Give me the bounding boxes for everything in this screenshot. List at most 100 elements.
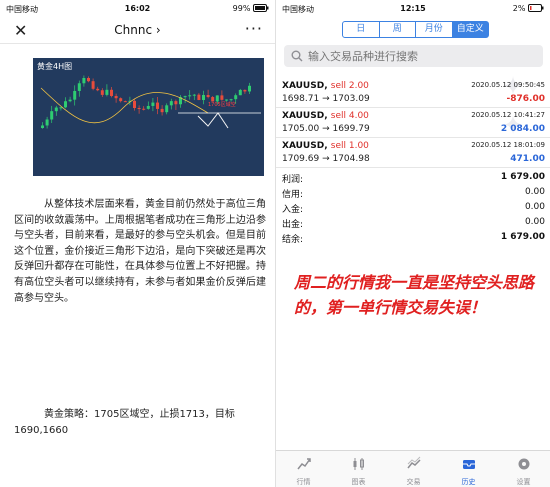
strategy-paragraph: 黄金策略：1705区域空，止损1713，目标1690,1660 (14, 409, 235, 436)
order-prices: 1709.69 → 1704.98 (282, 154, 370, 164)
candle-body (91, 81, 95, 89)
tab-settings[interactable]: 设置 (496, 451, 550, 487)
tab-label: 行情 (296, 478, 311, 486)
candle-body (151, 102, 155, 106)
nav-bar: ✕ Chnnc › ··· (0, 18, 275, 44)
battery-percent: 99% (232, 4, 251, 13)
order-datetime: 2020.05.12 18:01:09 (471, 141, 545, 149)
candle-body (165, 105, 169, 113)
segment-0[interactable]: 日 (343, 22, 380, 37)
summary-value: 0.00 (524, 202, 545, 212)
candle-body (54, 107, 58, 112)
candle-body (238, 89, 242, 96)
tab-history[interactable]: 历史 (441, 451, 496, 487)
candle-body (229, 99, 233, 101)
tab-chart[interactable]: 图表 (331, 451, 386, 487)
candle-body (156, 102, 159, 109)
candle-body (225, 99, 228, 101)
candle-body (82, 78, 86, 84)
chart-annotation: 1705区域空 (208, 101, 236, 108)
order-prices: 1698.71 → 1703.09 (282, 94, 370, 104)
candle-body (77, 83, 81, 91)
candle-body (119, 98, 123, 102)
candlestick-chart: 1705区域空 (40, 75, 261, 129)
mt4-history-panel: 中国移动 12:15 2% 日周月份自定义 ✦ ✦ XAUUSD, sell 2… (275, 0, 550, 487)
summary-row: 信用: 0.00 (276, 185, 550, 200)
segment-2[interactable]: 月份 (416, 22, 453, 37)
battery-percent: 2% (512, 4, 526, 13)
chart-icon (353, 458, 364, 470)
order-symbol: XAUUSD, sell 1.00 (282, 141, 369, 151)
candle-body (220, 95, 224, 100)
tab-label: 交易 (406, 478, 421, 486)
candle-body (142, 108, 146, 110)
period-segmented-control: 日周月份 自定义 (342, 21, 489, 38)
order-datetime: 2020.05.12 10:41:27 (471, 111, 545, 119)
candle-body (174, 101, 178, 105)
summary-row: 结余: 1 679.00 (276, 230, 550, 245)
tab-label: 设置 (516, 478, 531, 486)
candle-body (110, 89, 113, 96)
article-body: 从整体技术层面来看，黄金目前仍然处于高位三角区间的收敛震荡中。上周根据笔者成功在… (14, 197, 266, 306)
candle-body (68, 99, 72, 102)
summary-key: 信用: (282, 190, 304, 200)
order-symbol: XAUUSD, sell 2.00 (282, 81, 369, 91)
segment-1[interactable]: 周 (380, 22, 416, 37)
tab-label: 图表 (351, 478, 366, 486)
article-paragraph: 从整体技术层面来看，黄金目前仍然处于高位三角区间的收敛震荡中。上周根据笔者成功在… (14, 199, 266, 304)
order-row[interactable]: XAUUSD, sell 1.00 1709.69 → 1704.98 2020.0… (276, 138, 550, 168)
quotes-icon (296, 458, 311, 470)
summary-key: 入金: (282, 205, 304, 215)
summary-key: 出金: (282, 220, 304, 230)
symbol-search[interactable] (284, 45, 543, 67)
summary-key: 结余: (282, 235, 304, 245)
candle-body (137, 108, 141, 110)
candle-body (96, 88, 100, 91)
order-prices: 1705.00 → 1699.79 (282, 124, 370, 134)
search-icon (291, 50, 303, 62)
tab-trade[interactable]: 交易 (386, 451, 441, 487)
order-side: sell 2.00 (330, 81, 369, 91)
account-summary: 利润: 1 679.00 信用: 0.00 入金: 0.00 出金: 0.00 结余: 1 679… (276, 170, 550, 245)
candle-body (188, 95, 192, 97)
summary-row: 利润: 1 679.00 (276, 170, 550, 185)
candle-body (50, 111, 54, 120)
candle-body (160, 108, 164, 113)
segment-3[interactable]: 自定义 (452, 22, 488, 37)
projection-arrow (197, 112, 229, 129)
candle-body (206, 94, 210, 98)
candle-body (123, 101, 127, 103)
status-bar: 中国移动 12:15 2% (276, 0, 550, 18)
status-bar: 中国移动 16:02 99% (0, 0, 275, 18)
wechat-article-panel: 中国移动 16:02 99% ✕ Chnnc › ··· 1705区域空 黄金4… (0, 0, 275, 487)
summary-value: 0.00 (524, 187, 545, 197)
order-row[interactable]: XAUUSD, sell 2.00 1698.71 → 1703.09 2020.0… (276, 78, 550, 108)
candle-body (64, 101, 67, 108)
order-profit: 471.00 (510, 154, 545, 164)
order-profit: -876.00 (506, 94, 545, 104)
trade-icon (406, 456, 421, 469)
article-account-title[interactable]: Chnnc › (0, 23, 275, 37)
bottom-tab-bar: 行情 图表 交易 历史 设置 (276, 450, 550, 487)
candle-body (197, 94, 201, 101)
candle-body (183, 96, 187, 98)
more-icon[interactable]: ··· (245, 19, 263, 38)
candle-body (41, 125, 44, 128)
search-input[interactable] (308, 48, 533, 64)
candle-body (215, 95, 219, 102)
battery-indicator: 2% (513, 4, 544, 13)
candle-body (133, 100, 136, 109)
summary-key: 利润: (282, 175, 304, 185)
candle-body (114, 95, 118, 99)
candle-body (243, 89, 247, 92)
candle-body (211, 97, 215, 102)
order-side: sell 4.00 (330, 111, 369, 121)
candle-body (105, 89, 109, 95)
candle-body (234, 95, 238, 100)
candle-body (169, 101, 173, 106)
handwritten-note: 周二的行情我一直是坚持空头思路的，第一单行情交易失误！ (294, 273, 535, 317)
tab-quotes[interactable]: 行情 (276, 451, 331, 487)
tab-label: 历史 (461, 478, 476, 486)
order-row[interactable]: XAUUSD, sell 4.00 1705.00 → 1699.79 2020.0… (276, 108, 550, 138)
summary-value: 1 679.00 (500, 172, 545, 182)
